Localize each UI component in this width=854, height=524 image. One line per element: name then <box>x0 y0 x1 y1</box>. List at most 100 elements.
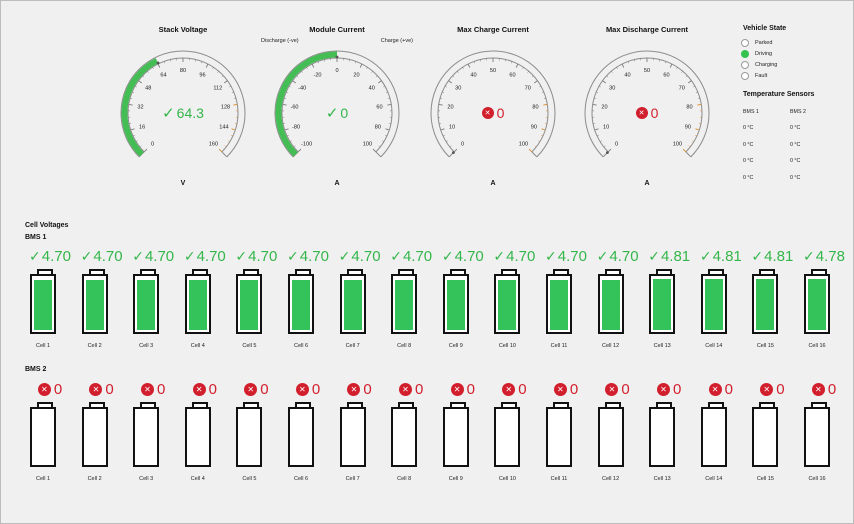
bms1-title: BMS 1 <box>25 234 47 241</box>
battery-icon <box>442 407 469 467</box>
battery-icon <box>30 407 56 467</box>
gauge-tick-label: 48 <box>145 86 151 92</box>
gauge-tick <box>695 91 698 93</box>
gauge-unit: A <box>490 180 496 187</box>
gauge-tick <box>132 134 135 137</box>
gauge-tick <box>371 71 373 73</box>
vehicle-state-option-parked[interactable]: Parked <box>741 38 772 48</box>
bms2-title: BMS 2 <box>25 366 47 373</box>
error-icon: ✕ <box>399 382 413 396</box>
gauge-tick-label: 16 <box>139 124 145 130</box>
cell-voltage-value: 4.70 <box>454 247 484 265</box>
gauge-stack: Stack Voltage 0 16 32 48 64 80 96 112 128 144 160 ✓ 6… <box>113 23 253 193</box>
battery-charge-fill <box>601 280 620 330</box>
cell-voltage-value: 0 <box>673 380 682 398</box>
error-icon: ✕ <box>605 382 619 396</box>
battery-charge-fill <box>343 280 362 330</box>
gauge-tick <box>621 63 625 68</box>
gauge-tick-label: 60 <box>663 73 669 79</box>
check-icon: ✓ <box>235 247 248 264</box>
radio-button[interactable] <box>741 72 749 80</box>
gauge-tick <box>457 71 459 73</box>
battery-icon <box>700 407 727 467</box>
gauge-tick <box>385 91 388 93</box>
check-icon: ✓ <box>596 247 609 264</box>
gauge-tick <box>383 85 386 88</box>
gauge-tick <box>163 61 165 64</box>
battery-icon <box>649 407 676 467</box>
gauge-tick <box>301 71 303 73</box>
battery-charge-fill <box>188 280 207 330</box>
cell-label: Cell 2 <box>87 343 102 349</box>
cell-label: Cell 8 <box>397 476 412 482</box>
vehicle-state-option-charging[interactable]: Charging <box>741 60 777 70</box>
gauge-tick <box>375 75 378 78</box>
battery-charge-fill <box>808 279 826 330</box>
gauge-tick-label: 144 <box>219 124 228 130</box>
gauge-tick <box>442 134 445 137</box>
cell-label: Cell 7 <box>345 476 360 482</box>
radio-button[interactable] <box>741 50 749 58</box>
gauge-tick <box>596 91 599 93</box>
battery-charge-fill <box>85 280 104 330</box>
gauge-needle-marker <box>335 55 339 59</box>
gauge-tick <box>217 71 219 73</box>
gauge-tick-label: -40 <box>298 86 306 92</box>
gauge-end-cap <box>531 151 538 158</box>
gauge-tick <box>221 75 224 78</box>
cell-voltage-value: 0 <box>776 380 785 398</box>
cell-label: Cell 14 <box>705 343 723 349</box>
gauge-tick <box>306 67 308 70</box>
gauge-tick <box>462 67 464 70</box>
error-icon: ✕ <box>635 107 648 119</box>
gauge-tick-label: 70 <box>525 86 531 92</box>
gauge-tick <box>695 134 698 137</box>
gauge-tick <box>602 80 607 84</box>
cell-voltage-value: 4.70 <box>93 247 123 265</box>
gauge-tick-label: 30 <box>609 86 615 92</box>
vehicle-state-option-driving[interactable]: Driving <box>741 49 772 59</box>
battery-icon <box>81 274 108 334</box>
gauge-title: Max Discharge Current <box>605 25 689 34</box>
gauge-tick <box>157 63 161 68</box>
gauge-tick-label: 0 <box>615 141 618 147</box>
gauge-tick <box>359 63 363 68</box>
gauge-tick <box>293 145 296 148</box>
cell-label: Cell 16 <box>808 476 826 482</box>
gauge-tick <box>681 71 683 73</box>
temperature-value: 0 °C <box>743 174 754 181</box>
check-icon: ✓ <box>29 247 41 264</box>
gauge-tick <box>539 85 542 88</box>
gauge-tick <box>627 61 629 64</box>
battery-icon <box>752 407 779 467</box>
battery-charge-fill <box>653 278 672 330</box>
gauge-tick <box>147 71 149 73</box>
error-icon: ✕ <box>657 382 671 396</box>
radio-button[interactable] <box>741 39 749 47</box>
battery-icon <box>30 274 56 334</box>
vehicle-state-option-fault[interactable]: Fault <box>741 71 767 81</box>
cell-label: Cell 1 <box>35 343 51 349</box>
error-icon: ✕ <box>347 382 361 396</box>
gauge-value-readout: ✓ 64.3 <box>113 104 253 122</box>
cell-label: Cell 13 <box>653 476 671 482</box>
cell-voltage-value: 0 <box>466 380 475 398</box>
battery-icon <box>133 407 160 467</box>
error-icon: ✕ <box>502 382 516 396</box>
radio-button[interactable] <box>741 61 749 69</box>
gauge-value: 64.3 <box>176 105 204 121</box>
gauge-tick <box>676 67 678 70</box>
radio-label: Parked <box>755 40 773 46</box>
gauge-tick <box>452 75 455 78</box>
gauge-end-cap <box>375 151 382 158</box>
check-icon: ✓ <box>751 247 764 264</box>
gauge-tick <box>515 63 519 68</box>
gauge-tick <box>697 97 701 99</box>
battery-icon <box>494 274 521 334</box>
cell-voltage-value: 4.81 <box>764 247 794 265</box>
gauge-tick-label: 80 <box>180 68 186 74</box>
temperature-value: 0 °C <box>790 158 801 164</box>
error-icon: ✕ <box>192 382 206 396</box>
gauge-tick-label: 30 <box>455 86 461 92</box>
gauge-unit: A <box>644 180 650 187</box>
